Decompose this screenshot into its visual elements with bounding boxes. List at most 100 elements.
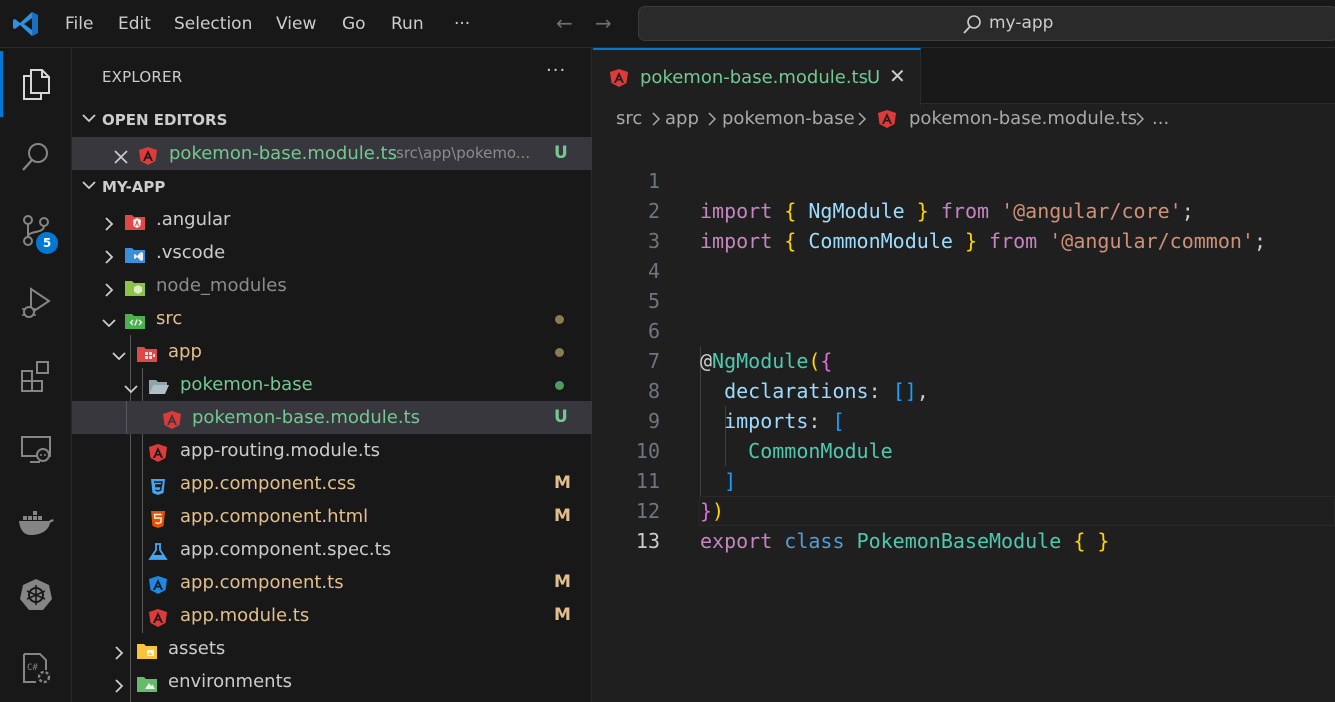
tree-item-app[interactable]: app (72, 335, 592, 368)
explorer-more-button[interactable]: ··· (546, 60, 566, 81)
close-icon[interactable]: ✕ (889, 64, 906, 88)
tree-item-label: pokemon-base.module.ts (192, 407, 420, 428)
node-folder-icon (124, 276, 145, 296)
back-arrow-icon[interactable]: ← (556, 11, 573, 35)
menu-file[interactable]: File (65, 12, 93, 36)
line-number: 13 (635, 529, 660, 553)
status-modified: M (554, 605, 571, 625)
tree-item-label: app.component.css (180, 473, 356, 494)
menu-go[interactable]: Go (342, 12, 366, 36)
tree-item-app-component-spec[interactable]: app.component.spec.ts (72, 533, 592, 566)
html-icon (148, 507, 168, 528)
status-modified: M (554, 506, 571, 526)
css-icon (148, 474, 168, 495)
open-editors-section[interactable]: OPEN EDITORS (72, 105, 592, 135)
kubernetes-icon[interactable] (14, 573, 58, 617)
code-line: 8 imports: [ (593, 346, 1335, 433)
explorer-icon[interactable] (14, 62, 58, 106)
code-line: 9 CommonModule (593, 376, 1335, 463)
tree-item-pokemon-base-module[interactable]: pokemon-base.module.ts U (72, 401, 592, 434)
breadcrumb-item[interactable]: pokemon-base.module.ts (909, 108, 1137, 129)
folder-open-icon (148, 375, 169, 395)
command-center-search[interactable]: my-app (638, 6, 1335, 41)
tree-item-pokemon-base-folder[interactable]: pokemon-base (72, 368, 592, 401)
tab-status: U (867, 67, 881, 88)
tree-item-angular[interactable]: .angular (72, 203, 592, 236)
app-folder-icon (136, 342, 157, 362)
svg-text:C#: C# (27, 663, 38, 673)
tree-item-label: assets (168, 638, 226, 659)
indent-guide (126, 401, 127, 434)
menu-more[interactable]: ··· (454, 12, 470, 36)
menu-selection[interactable]: Selection (174, 12, 252, 36)
forward-arrow-icon[interactable]: → (595, 11, 612, 35)
code-line: 11 }) (593, 436, 1335, 523)
tree-item-app-component-html[interactable]: app.component.html M (72, 500, 592, 533)
tree-item-assets[interactable]: assets (72, 632, 592, 665)
remote-settings-icon[interactable]: C# (14, 646, 58, 690)
tree-item-app-component-ts[interactable]: app.component.ts M (72, 566, 592, 599)
active-indicator (0, 51, 3, 117)
extensions-icon[interactable] (14, 354, 58, 398)
search-icon (961, 14, 983, 40)
angular-component-icon (148, 573, 168, 594)
explorer-sidebar: EXPLORER ··· OPEN EDITORS pokemon-base.m… (72, 48, 592, 702)
chevron-right-icon (1134, 111, 1146, 132)
run-debug-icon[interactable] (14, 281, 58, 325)
breadcrumb-item[interactable]: pokemon-base (722, 108, 855, 129)
chevron-down-icon (80, 109, 98, 131)
code-line: 2 import { CommonModule } from '@angular… (593, 166, 1335, 253)
remote-explorer-icon[interactable] (14, 427, 58, 471)
code-line: 3 (593, 196, 1335, 253)
tree-item-label: app.component.html (180, 506, 369, 527)
tree-item-label: app (168, 341, 202, 362)
breadcrumb-item[interactable]: ... (1152, 108, 1169, 129)
code-line: 4 (593, 226, 1335, 283)
assets-folder-icon (136, 639, 157, 659)
tree-item-label: app.component.ts (180, 572, 344, 593)
tree-item-node-modules[interactable]: node_modules (72, 269, 592, 302)
code-line: 6 @NgModule({ (593, 286, 1335, 373)
modified-dot (555, 348, 564, 357)
tree-item-vscode[interactable]: .vscode (72, 236, 592, 269)
angular-routing-icon (148, 441, 168, 462)
menu-run[interactable]: Run (391, 12, 424, 36)
tree-item-environments[interactable]: environments (72, 665, 592, 698)
code-editor[interactable]: 1 import { NgModule } from '@angular/cor… (593, 136, 1335, 702)
angular-icon (877, 109, 897, 134)
breadcrumb: src app pokemon-base pokemon-base.module… (593, 106, 1335, 136)
menu-edit[interactable]: Edit (118, 12, 151, 36)
chevron-right-icon (856, 111, 868, 132)
tree-item-label: node_modules (156, 275, 287, 296)
breadcrumb-item[interactable]: src (616, 108, 642, 129)
chevron-right-icon (706, 111, 718, 132)
open-editor-path: src\app\pokemo... (396, 144, 531, 162)
search-icon[interactable] (14, 135, 58, 179)
tree-item-app-module[interactable]: app.module.ts M (72, 599, 592, 632)
tree-item-src[interactable]: src (72, 302, 592, 335)
tree-item-label: app.module.ts (180, 605, 310, 626)
src-folder-icon (124, 309, 145, 329)
menu-view[interactable]: View (276, 12, 316, 36)
search-text: my-app (989, 13, 1054, 33)
chevron-down-icon (80, 176, 98, 198)
code-line: 12 export class PokemonBaseModule { } (593, 466, 1335, 553)
project-section[interactable]: MY-APP (72, 172, 592, 202)
source-control-badge: 5 (36, 232, 58, 254)
tab-label: pokemon-base.module.ts (640, 67, 868, 88)
editor-area: pokemon-base.module.ts U ✕ src app pokem… (593, 48, 1335, 702)
tree-item-label: src (156, 308, 183, 329)
open-editor-item[interactable]: pokemon-base.module.ts src\app\pokemo...… (72, 137, 592, 170)
code-line: 7 declarations: [], (593, 316, 1335, 403)
docker-icon[interactable] (14, 500, 58, 544)
tree-item-app-component-css[interactable]: app.component.css M (72, 467, 592, 500)
tree-item-app-routing[interactable]: app-routing.module.ts (72, 434, 592, 467)
tab-bar: pokemon-base.module.ts U ✕ (593, 48, 1335, 105)
breadcrumb-item[interactable]: app (665, 108, 699, 129)
chevron-right-icon (110, 673, 128, 702)
open-editor-filename: pokemon-base.module.ts (169, 143, 397, 164)
chevron-right-icon (650, 111, 662, 132)
tab-pokemon-base-module[interactable]: pokemon-base.module.ts U ✕ (593, 48, 921, 105)
environment-folder-icon (136, 672, 157, 692)
tree-item-label: .vscode (156, 242, 226, 263)
